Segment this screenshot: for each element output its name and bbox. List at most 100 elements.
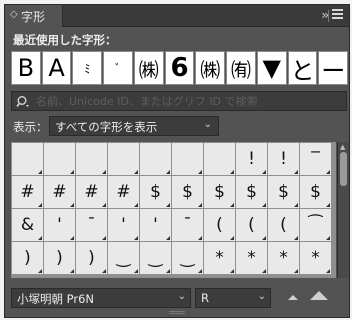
alternates-indicator-icon bbox=[294, 269, 298, 273]
glyph-cell[interactable]: # bbox=[44, 176, 75, 208]
glyph-cell[interactable]: $ bbox=[204, 176, 235, 208]
show-filter-select[interactable]: すべての字形を表示 ⌄ bbox=[49, 116, 219, 136]
glyph-cell[interactable]: ) bbox=[76, 242, 107, 274]
font-family-select[interactable]: 小塚明朝 Pr6N ⌄ bbox=[11, 288, 191, 308]
font-family-value: 小塚明朝 Pr6N bbox=[17, 292, 95, 306]
glyph-cell[interactable]: ' bbox=[108, 209, 139, 241]
recent-glyph[interactable]: A bbox=[41, 51, 72, 85]
glyph-cell[interactable]: * bbox=[236, 242, 267, 274]
glyph-cell[interactable]: ⁀ bbox=[300, 209, 331, 241]
glyph-cell[interactable]: ' bbox=[44, 209, 75, 241]
zoom-out-icon[interactable] bbox=[288, 295, 298, 300]
panel-tab-bar: ◇ 字形 ›› bbox=[5, 5, 349, 27]
glyph-cell[interactable]: ( bbox=[268, 209, 299, 241]
chevron-down-icon: ⌄ bbox=[257, 291, 266, 302]
divider bbox=[328, 10, 329, 22]
alternates-indicator-icon bbox=[38, 269, 42, 273]
glyph-cell[interactable]: * bbox=[268, 242, 299, 274]
tab-label: 字形 bbox=[21, 10, 46, 24]
recent-glyph[interactable]: と bbox=[287, 51, 318, 85]
recent-glyph[interactable]: ㈲ bbox=[226, 51, 256, 85]
panel-menu-icon[interactable] bbox=[332, 9, 343, 21]
zoom-in-icon[interactable] bbox=[310, 291, 328, 300]
tab-glyphs[interactable]: ◇ 字形 bbox=[5, 5, 63, 27]
scrollbar-thumb[interactable] bbox=[340, 152, 347, 186]
glyph-cell[interactable]: # bbox=[76, 176, 107, 208]
glyph-cell[interactable]: $ bbox=[172, 176, 203, 208]
chevron-down-icon: ⌄ bbox=[177, 291, 186, 302]
alternates-indicator-icon bbox=[294, 203, 298, 207]
glyph-cell[interactable] bbox=[172, 143, 203, 175]
glyph-cell[interactable] bbox=[76, 143, 107, 175]
alternates-indicator-icon bbox=[134, 236, 138, 240]
glyph-cell[interactable]: ‿ bbox=[108, 242, 139, 274]
glyph-cell[interactable]: $ bbox=[268, 176, 299, 208]
search-icon[interactable] bbox=[16, 95, 30, 109]
alternates-indicator-icon bbox=[134, 170, 138, 174]
vertical-scrollbar[interactable]: ▲ bbox=[337, 142, 349, 278]
glyph-cell[interactable]: * bbox=[300, 242, 331, 274]
recent-glyph[interactable]: ﾐ bbox=[72, 51, 103, 85]
recent-glyph[interactable]: ▼ bbox=[256, 51, 287, 85]
alternates-indicator-icon bbox=[262, 170, 266, 174]
font-controls: 小塚明朝 Pr6N ⌄ R ⌄ bbox=[5, 283, 349, 317]
glyph-cell[interactable]: * bbox=[204, 242, 235, 274]
alternates-indicator-icon bbox=[198, 203, 202, 207]
glyph-cell[interactable]: # bbox=[108, 176, 139, 208]
font-style-select[interactable]: R ⌄ bbox=[195, 288, 271, 308]
alternates-indicator-icon bbox=[262, 203, 266, 207]
glyph-cell[interactable]: ‿ bbox=[172, 242, 203, 274]
alternates-indicator-icon bbox=[38, 170, 42, 174]
glyph-search-box[interactable] bbox=[11, 91, 347, 111]
glyph-cell[interactable]: ) bbox=[44, 242, 75, 274]
glyph-cell[interactable]: ˉ bbox=[172, 209, 203, 241]
recent-glyphs-label: 最近使用した字形： bbox=[13, 33, 117, 47]
glyph-cell[interactable]: ( bbox=[204, 209, 235, 241]
alternates-indicator-icon bbox=[230, 269, 234, 273]
alternates-indicator-icon bbox=[326, 203, 330, 207]
recent-glyph[interactable]: ㈱ bbox=[195, 51, 226, 85]
glyph-cell[interactable]: ( bbox=[236, 209, 267, 241]
resize-grip-icon[interactable] bbox=[169, 311, 185, 314]
alternates-indicator-icon bbox=[326, 236, 330, 240]
glyph-cell[interactable]: $ bbox=[140, 176, 171, 208]
alternates-indicator-icon bbox=[38, 203, 42, 207]
glyph-cell[interactable]: ˉ bbox=[76, 209, 107, 241]
glyph-cell[interactable]: ‿ bbox=[140, 242, 171, 274]
collapse-panel-icon[interactable]: ›› bbox=[321, 8, 328, 22]
alternates-indicator-icon bbox=[102, 269, 106, 273]
recent-glyph[interactable]: ㈱ bbox=[133, 51, 164, 85]
glyph-cell[interactable]: ' bbox=[140, 209, 171, 241]
search-input[interactable] bbox=[36, 93, 336, 109]
show-label: 表示： bbox=[13, 120, 48, 134]
recent-glyph[interactable]: B bbox=[11, 51, 41, 85]
alternates-indicator-icon bbox=[70, 203, 74, 207]
glyph-cell[interactable]: ! bbox=[236, 143, 267, 175]
glyph-cell[interactable]: ‾ bbox=[300, 143, 331, 175]
alternates-indicator-icon bbox=[294, 236, 298, 240]
alternates-indicator-icon bbox=[38, 236, 42, 240]
glyph-cell[interactable] bbox=[140, 143, 171, 175]
glyph-cell[interactable] bbox=[204, 143, 235, 175]
alternates-indicator-icon bbox=[230, 236, 234, 240]
chevron-updown-icon[interactable]: ◇ bbox=[10, 9, 18, 20]
glyph-cell[interactable] bbox=[12, 143, 43, 175]
scroll-up-arrow-icon[interactable]: ▲ bbox=[340, 143, 345, 151]
alternates-indicator-icon bbox=[198, 269, 202, 273]
glyph-cell[interactable]: & bbox=[12, 209, 43, 241]
glyph-cell[interactable] bbox=[44, 143, 75, 175]
glyphs-panel: ◇ 字形 ›› 最近使用した字形： B A ﾐ ﾞ ㈱ 6 ㈱ ㈲ ▼ と ー … bbox=[4, 4, 350, 318]
alternates-indicator-icon bbox=[166, 236, 170, 240]
glyph-cell[interactable] bbox=[108, 143, 139, 175]
glyph-cell[interactable]: $ bbox=[300, 176, 331, 208]
recent-glyph[interactable]: ー bbox=[318, 51, 349, 85]
glyph-cell[interactable]: ) bbox=[12, 242, 43, 274]
alternates-indicator-icon bbox=[326, 170, 330, 174]
glyph-cell[interactable]: $ bbox=[236, 176, 267, 208]
recent-glyph[interactable]: 6 bbox=[164, 51, 195, 85]
glyph-cell[interactable]: # bbox=[12, 176, 43, 208]
recent-glyph[interactable]: ﾞ bbox=[103, 51, 133, 85]
alternates-indicator-icon bbox=[166, 269, 170, 273]
alternates-indicator-icon bbox=[134, 203, 138, 207]
glyph-cell[interactable]: ! bbox=[268, 143, 299, 175]
